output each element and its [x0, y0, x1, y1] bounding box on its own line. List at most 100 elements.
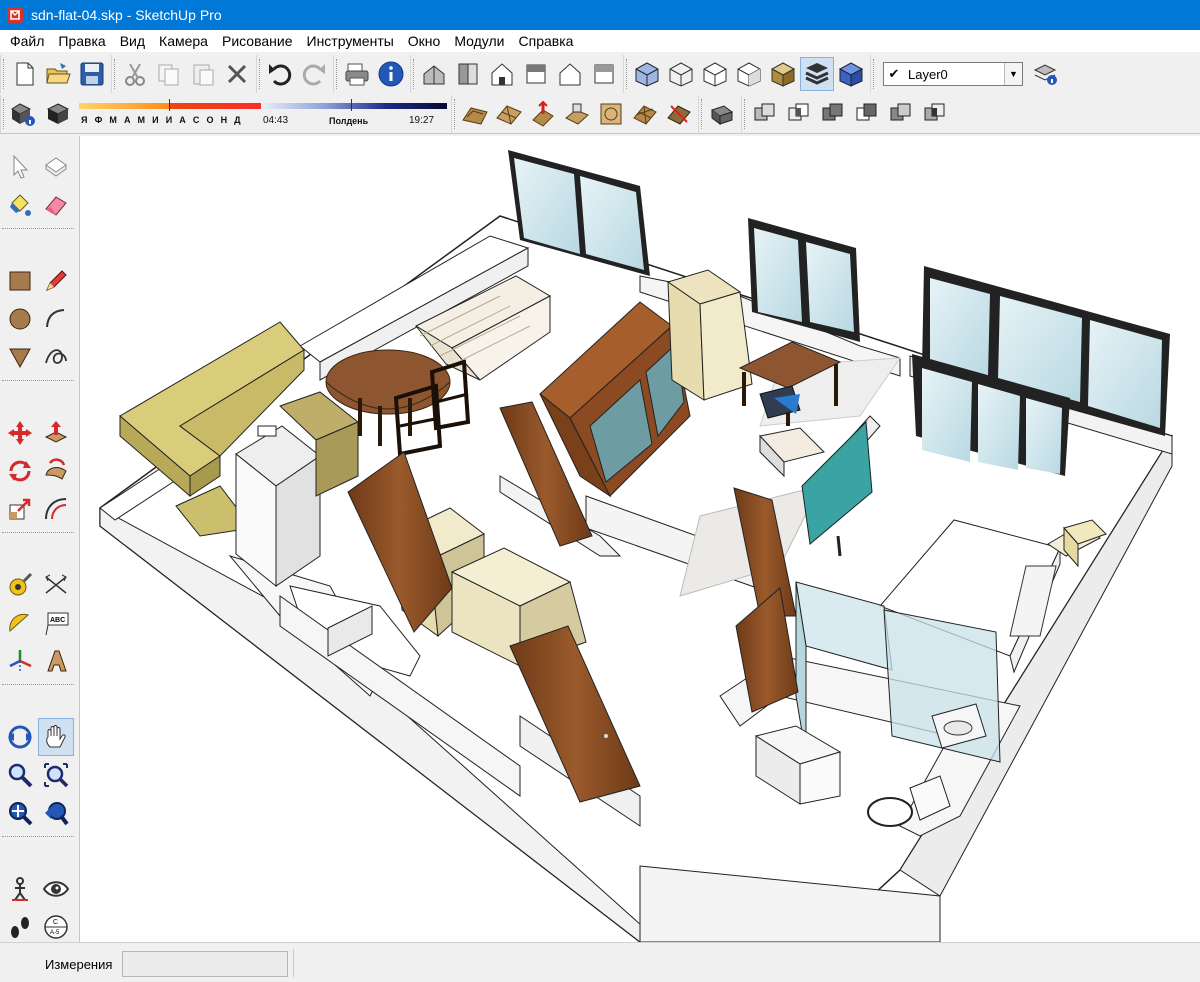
make-component-tool[interactable]: [38, 148, 74, 186]
follow-me-tool[interactable]: [38, 452, 74, 490]
shadow-settings-button[interactable]: [7, 97, 41, 131]
scale-tool[interactable]: [2, 490, 38, 528]
menu-draw[interactable]: Рисование: [215, 30, 300, 52]
cut-button[interactable]: [118, 57, 152, 91]
undo-toolbar: [256, 55, 333, 93]
top-view-button[interactable]: [451, 57, 485, 91]
redo-button[interactable]: [297, 57, 331, 91]
offset-tool[interactable]: [38, 490, 74, 528]
front-view-button[interactable]: [485, 57, 519, 91]
menu-view[interactable]: Вид: [113, 30, 152, 52]
pencil-icon: [46, 270, 67, 291]
left-view-button[interactable]: [587, 57, 621, 91]
textured-button[interactable]: [766, 57, 800, 91]
polygon-tool[interactable]: [2, 338, 38, 376]
title-bar: sdn-flat-04.skp - SketchUp Pro: [0, 0, 1200, 30]
print-button[interactable]: [340, 57, 374, 91]
arc-tool[interactable]: [38, 300, 74, 338]
section-plane-button[interactable]: [705, 97, 739, 131]
zoom-tool[interactable]: [2, 756, 38, 794]
axes-tool[interactable]: [2, 642, 38, 680]
time-slider-thumb[interactable]: [351, 99, 352, 111]
from-scratch-button[interactable]: [492, 97, 526, 131]
measurements-label: Измерения: [45, 957, 113, 972]
paste-button[interactable]: [186, 57, 220, 91]
pan-tool[interactable]: [38, 718, 74, 756]
trim-button[interactable]: [884, 97, 918, 131]
monochrome-button[interactable]: [800, 57, 834, 91]
outer-shell-button[interactable]: [748, 97, 782, 131]
rotate-tool[interactable]: [2, 452, 38, 490]
look-around-tool[interactable]: [38, 870, 74, 908]
stamp-button[interactable]: [560, 97, 594, 131]
section-plane-tool[interactable]: C A-5: [38, 908, 74, 946]
add-detail-button[interactable]: [628, 97, 662, 131]
menu-plugins[interactable]: Модули: [447, 30, 511, 52]
model-info-button[interactable]: [374, 57, 408, 91]
move-tool[interactable]: [2, 414, 38, 452]
chevron-down-icon[interactable]: ▼: [1004, 63, 1022, 85]
model-viewport[interactable]: [80, 136, 1200, 942]
open-button[interactable]: [41, 57, 75, 91]
menu-tools[interactable]: Инструменты: [300, 30, 401, 52]
right-view-button[interactable]: [519, 57, 553, 91]
previous-view-tool[interactable]: [38, 794, 74, 832]
intersect-icon: [788, 103, 809, 121]
text-tool[interactable]: ABC: [38, 604, 74, 642]
intersect-button[interactable]: [782, 97, 816, 131]
face-style-toolbar: [623, 55, 870, 93]
hidden-line-button[interactable]: [698, 57, 732, 91]
freehand-tool[interactable]: [38, 338, 74, 376]
shaded-button[interactable]: [732, 57, 766, 91]
shadow-time-date-panel: Я Ф М А М И И А С О Н Д 04:43 Полдень 19…: [79, 97, 449, 131]
wireframe-button[interactable]: [664, 57, 698, 91]
from-contours-button[interactable]: [458, 97, 492, 131]
display-shadows-button[interactable]: [41, 97, 75, 131]
rectangle-tool[interactable]: [2, 262, 38, 300]
time-end-label: 19:27: [409, 115, 435, 126]
subtract-button[interactable]: [850, 97, 884, 131]
menu-help[interactable]: Справка: [512, 30, 581, 52]
new-button[interactable]: [7, 57, 41, 91]
menu-window[interactable]: Окно: [401, 30, 448, 52]
scissors-icon: [125, 63, 145, 86]
split-button[interactable]: [918, 97, 952, 131]
time-slider-track[interactable]: [263, 103, 447, 109]
date-slider-thumb[interactable]: [169, 99, 170, 111]
walk-tool[interactable]: [2, 908, 38, 946]
xray-button[interactable]: [630, 57, 664, 91]
undo-button[interactable]: [263, 57, 297, 91]
flip-edge-button[interactable]: [662, 97, 696, 131]
svg-text:A-5: A-5: [50, 930, 60, 936]
select-tool[interactable]: [2, 148, 38, 186]
dimension-tool[interactable]: [38, 566, 74, 604]
menu-edit[interactable]: Правка: [51, 30, 112, 52]
drape-button[interactable]: [594, 97, 628, 131]
smoove-button[interactable]: [526, 97, 560, 131]
3d-text-tool[interactable]: [38, 642, 74, 680]
measurements-input[interactable]: [122, 951, 288, 977]
union-button[interactable]: [816, 97, 850, 131]
orbit-tool[interactable]: [2, 718, 38, 756]
tape-measure-tool[interactable]: [2, 566, 38, 604]
eraser-tool[interactable]: [38, 186, 74, 224]
copy-button[interactable]: [152, 57, 186, 91]
erase-button[interactable]: [220, 57, 254, 91]
layer-dropdown[interactable]: ✔ Layer0 ▼: [883, 62, 1023, 86]
menu-file[interactable]: Файл: [3, 30, 51, 52]
back-view-button[interactable]: [553, 57, 587, 91]
layer-manager-button[interactable]: [1029, 57, 1063, 91]
push-pull-tool[interactable]: [38, 414, 74, 452]
blue-cube-button[interactable]: [834, 57, 868, 91]
position-camera-tool[interactable]: [2, 870, 38, 908]
save-button[interactable]: [75, 57, 109, 91]
menu-camera[interactable]: Камера: [152, 30, 215, 52]
zoom-extents-tool[interactable]: [2, 794, 38, 832]
protractor-tool[interactable]: [2, 604, 38, 642]
iso-view-button[interactable]: [417, 57, 451, 91]
line-tool[interactable]: [38, 262, 74, 300]
paint-bucket-tool[interactable]: [2, 186, 38, 224]
circle-tool[interactable]: [2, 300, 38, 338]
zoom-window-tool[interactable]: [38, 756, 74, 794]
floor-plan-3d-model[interactable]: [80, 136, 1200, 942]
